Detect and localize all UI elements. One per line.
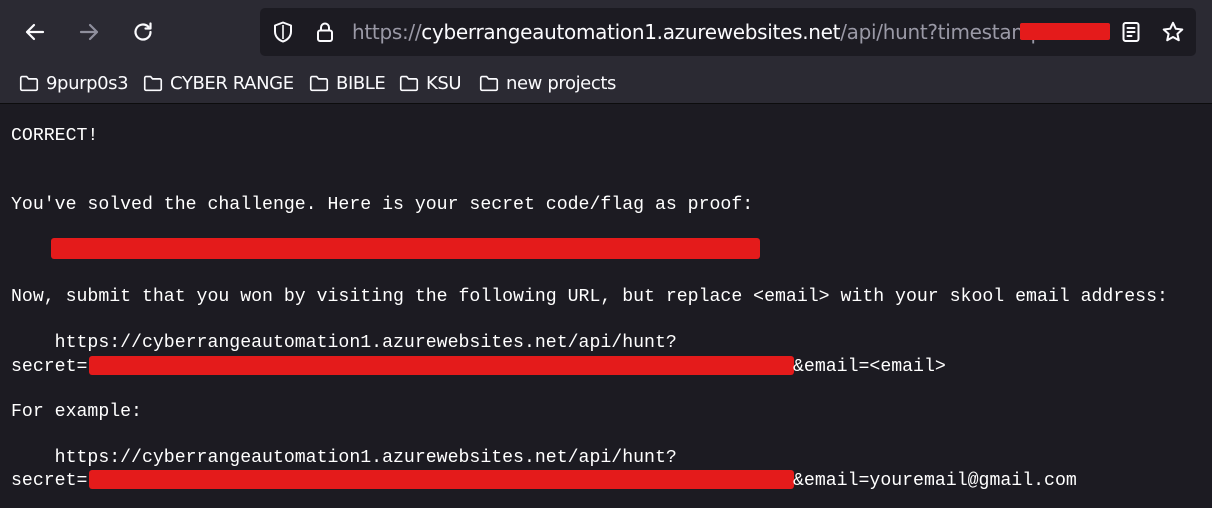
- page-content: CORRECT! You've solved the challenge. He…: [0, 104, 1212, 508]
- url-scheme: https://: [352, 20, 422, 44]
- url-redaction: [1020, 23, 1110, 40]
- folder-icon: [19, 75, 39, 92]
- bookmark-label: CYBER RANGE: [170, 72, 294, 94]
- reload-icon: [134, 22, 152, 41]
- url-text[interactable]: https://cyberrangeautomation1.azurewebsi…: [352, 20, 1060, 44]
- bookmark-folder-ksu[interactable]: KSU: [398, 66, 462, 100]
- folder-icon: [309, 75, 329, 92]
- bookmarks-toolbar: 9purp0s3 CYBER RANGE BIBLE KSU new proje…: [0, 66, 1212, 100]
- arrow-left-icon: [25, 23, 45, 41]
- bookmark-star-icon[interactable]: [1161, 20, 1185, 44]
- submit-secret-redaction: [89, 356, 794, 375]
- reader-view-icon[interactable]: [1119, 20, 1143, 44]
- flag-redaction: [51, 238, 760, 259]
- bookmark-label: 9purp0s3: [46, 72, 129, 94]
- bookmark-folder-9purp0s3[interactable]: 9purp0s3: [18, 66, 129, 100]
- bookmark-folder-new-projects[interactable]: new projects: [478, 66, 616, 100]
- bookmark-folder-cyber-range[interactable]: CYBER RANGE: [142, 66, 294, 100]
- folder-icon: [143, 75, 163, 92]
- url-host: cyberrangeautomation1.azurewebsites.net: [421, 20, 841, 44]
- bookmark-label: new projects: [506, 72, 616, 94]
- bookmark-label: KSU: [426, 72, 462, 94]
- example-secret-redaction: [89, 470, 794, 489]
- bookmark-label: BIBLE: [336, 72, 386, 94]
- submit-secret-prefix: secret=: [11, 357, 88, 377]
- submit-instruction: Now, submit that you won by visiting the…: [11, 287, 1168, 307]
- bookmark-folder-bible[interactable]: BIBLE: [308, 66, 386, 100]
- tracking-protection-shield-icon[interactable]: [271, 20, 295, 44]
- solved-message: You've solved the challenge. Here is you…: [11, 195, 754, 215]
- example-email-suffix: &email=youremail@gmail.com: [793, 471, 1077, 491]
- arrow-right-icon: [79, 23, 99, 41]
- example-url-line: https://cyberrangeautomation1.azurewebsi…: [11, 448, 677, 468]
- browser-toolbar: https://cyberrangeautomation1.azurewebsi…: [0, 0, 1212, 104]
- submit-email-suffix: &email=<email>: [793, 357, 946, 377]
- example-secret-prefix: secret=: [11, 471, 88, 491]
- lock-icon[interactable]: [313, 20, 337, 44]
- submit-url-line: https://cyberrangeautomation1.azurewebsi…: [11, 333, 677, 353]
- back-button[interactable]: [15, 12, 55, 52]
- folder-icon: [399, 75, 419, 92]
- forward-button[interactable]: [69, 12, 109, 52]
- folder-icon: [479, 75, 499, 92]
- status-text: CORRECT!: [11, 126, 99, 146]
- reload-button[interactable]: [123, 12, 163, 52]
- example-heading: For example:: [11, 402, 142, 422]
- address-bar[interactable]: https://cyberrangeautomation1.azurewebsi…: [260, 8, 1196, 56]
